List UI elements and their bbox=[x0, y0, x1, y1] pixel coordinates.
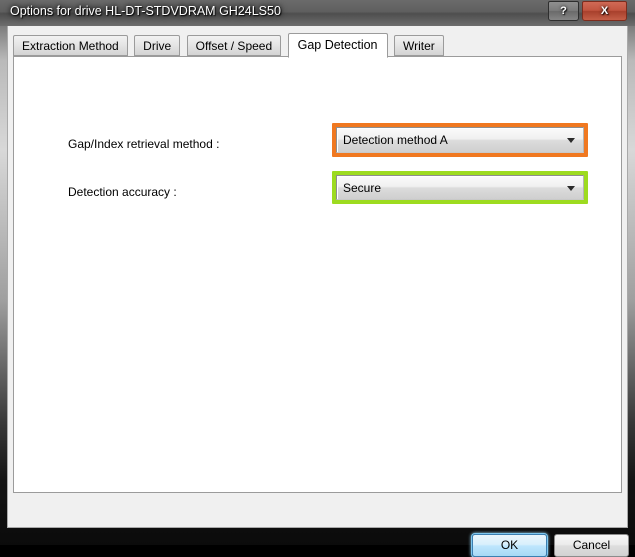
cancel-button[interactable]: Cancel bbox=[554, 534, 629, 557]
detection-accuracy-value: Secure bbox=[343, 180, 382, 195]
tab-page-gap-detection: Gap/Index retrieval method : Detection a… bbox=[13, 56, 622, 493]
chevron-down-icon[interactable] bbox=[561, 130, 581, 150]
dialog-client-area: Gap/Index retrieval method : Detection a… bbox=[7, 26, 629, 557]
tab-offset-speed[interactable]: Offset / Speed bbox=[186, 35, 282, 56]
tab-gap-detection[interactable]: Gap Detection bbox=[287, 33, 388, 58]
label-detection-accuracy: Detection accuracy : bbox=[68, 185, 177, 199]
help-button[interactable]: ? bbox=[548, 1, 579, 21]
ok-button[interactable]: OK bbox=[472, 534, 547, 557]
highlight-box-gap-index-retrieval-method: Detection method A bbox=[332, 123, 588, 157]
title-bar: Options for drive HL-DT-STDVDRAM GH24LS5… bbox=[0, 0, 635, 26]
tab-extraction-method[interactable]: Extraction Method bbox=[13, 35, 128, 56]
chevron-down-icon[interactable] bbox=[561, 178, 581, 197]
label-gap-index-retrieval-method: Gap/Index retrieval method : bbox=[68, 137, 220, 151]
highlight-box-detection-accuracy: Secure bbox=[332, 171, 588, 204]
gap-index-retrieval-method-dropdown[interactable]: Detection method A bbox=[336, 127, 584, 153]
detection-accuracy-dropdown[interactable]: Secure bbox=[336, 175, 584, 200]
dialog-window: Options for drive HL-DT-STDVDRAM GH24LS5… bbox=[0, 0, 635, 557]
tab-strip: Extraction Method Drive Offset / Speed G… bbox=[13, 33, 446, 58]
close-button[interactable]: X bbox=[582, 1, 627, 21]
tab-writer[interactable]: Writer bbox=[393, 35, 444, 56]
window-title: Options for drive HL-DT-STDVDRAM GH24LS5… bbox=[10, 4, 281, 18]
tab-drive[interactable]: Drive bbox=[134, 35, 181, 56]
gap-index-retrieval-method-value: Detection method A bbox=[343, 133, 448, 147]
